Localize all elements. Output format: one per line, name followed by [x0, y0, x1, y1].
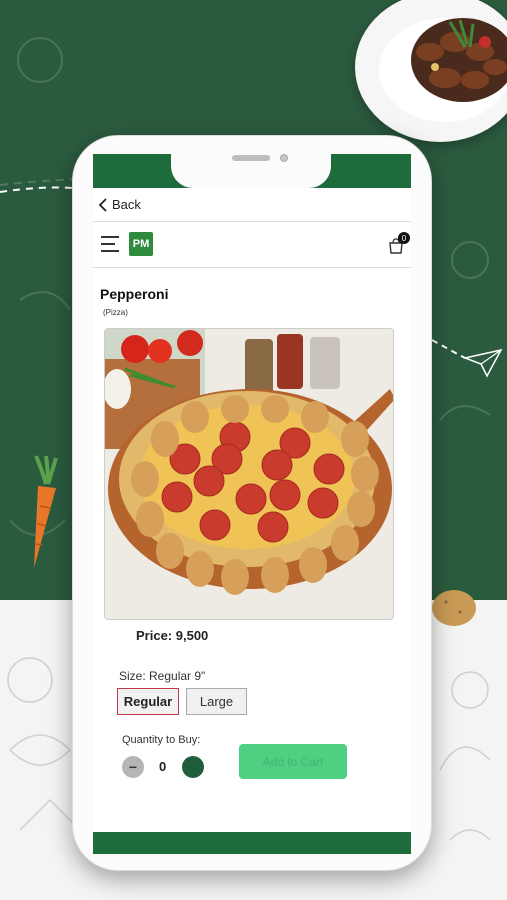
phone-speaker	[232, 155, 270, 161]
product-name: Pepperoni	[100, 286, 169, 302]
quantity-increase-button[interactable]	[182, 756, 204, 778]
logo[interactable]: PM	[129, 232, 153, 256]
quantity-value: 0	[159, 759, 167, 774]
back-button[interactable]: Back	[93, 188, 411, 222]
app-screen: Back PM 0 Pepperoni (Pizza) Price: 9,500…	[93, 154, 411, 854]
phone-camera	[280, 154, 288, 162]
size-label: Size: Regular 9"	[119, 669, 206, 683]
back-label: Back	[112, 197, 141, 212]
chevron-left-icon	[98, 197, 107, 212]
size-option-regular[interactable]: Regular	[117, 688, 179, 715]
product-category: (Pizza)	[103, 308, 128, 317]
size-option-large[interactable]: Large	[186, 688, 247, 715]
quantity-decrease-button[interactable]: −	[122, 756, 144, 778]
add-to-cart-button[interactable]: Add to Cart	[239, 744, 347, 779]
menu-icon[interactable]	[101, 236, 119, 252]
bottom-bar	[93, 832, 411, 854]
product-image	[104, 328, 394, 620]
paper-plane-icon	[463, 348, 503, 378]
carrot-icon	[34, 455, 58, 568]
quantity-label: Quantity to Buy:	[122, 734, 201, 746]
product-price: Price: 9,500	[136, 628, 209, 643]
cart-count-badge: 0	[398, 232, 410, 244]
top-nav: PM 0	[93, 224, 411, 268]
phone-frame: Back PM 0 Pepperoni (Pizza) Price: 9,500…	[72, 135, 432, 871]
